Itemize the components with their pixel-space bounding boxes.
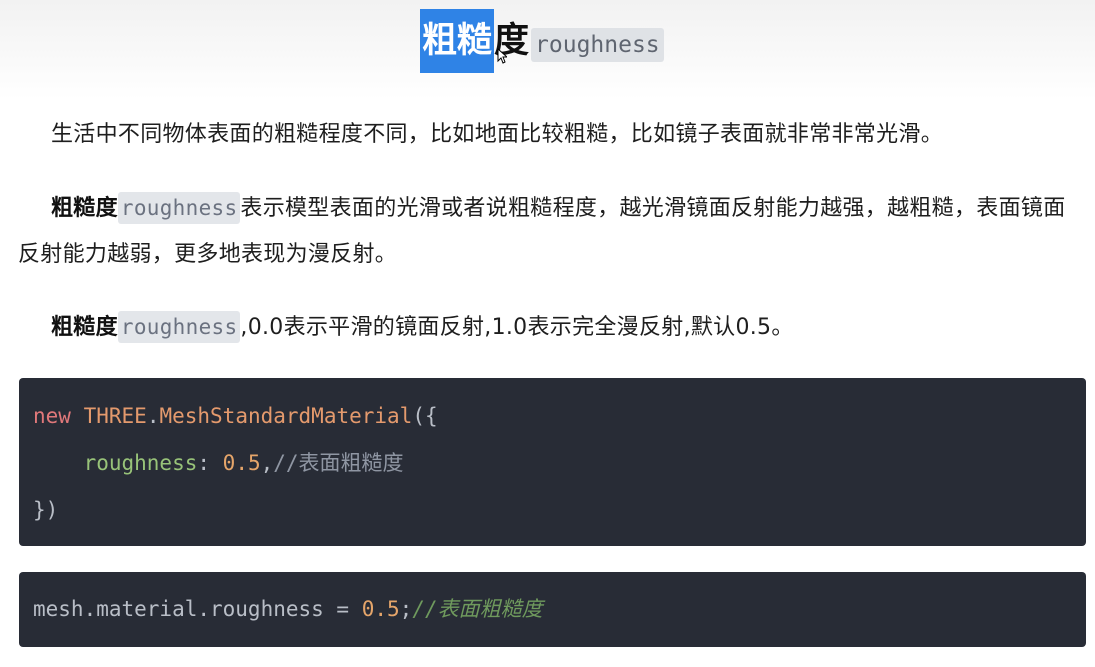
code-comment: //表面粗糙度: [273, 451, 404, 475]
paragraph-3-inline-code: roughness: [117, 311, 241, 343]
code-comma: ,: [260, 451, 274, 475]
paragraph-1-text: 生活中不同物体表面的粗糙程度不同，比如地面比较粗糙，比如镜子表面就非常非常光滑。: [51, 122, 944, 147]
code-line-3: }): [33, 492, 1072, 539]
paragraph-2-bold: 粗糙度: [51, 196, 118, 221]
code-dot: .: [146, 404, 160, 428]
code-value: 0.5: [361, 597, 400, 621]
code-line-2: roughness: 0.5,//表面粗糙度: [33, 445, 1072, 492]
paragraph-3: 粗糙度 roughness ,0.0表示平滑的镜面反射,1.0表示完全漫反射,默认0…: [18, 304, 1080, 351]
paragraph-2-inline-code: roughness: [117, 192, 241, 224]
code-block-mesh-roughness[interactable]: mesh.material.roughness = 0.5;//表面粗糙度: [19, 572, 1086, 647]
heading-selected-text[interactable]: 粗糙: [420, 9, 495, 73]
paragraph-2: 粗糙度 roughness 表示模型表面的光滑或者说粗糙程度，越光滑镜面反射能力越强…: [18, 185, 1080, 278]
heading-inline-code: roughness: [531, 28, 664, 62]
code-semicolon: ;: [399, 597, 413, 621]
code-open-brace: ({: [412, 404, 438, 428]
code-value: 0.5: [222, 451, 261, 475]
code-block-material[interactable]: new THREE.MeshStandardMaterial({ roughne…: [19, 378, 1086, 546]
paragraph-3-text: ,0.0表示平滑的镜面反射,1.0表示完全漫反射,默认0.5。: [240, 315, 794, 340]
mouse-cursor-icon: [497, 48, 507, 64]
code-colon: :: [197, 451, 223, 475]
code-class-three: THREE: [83, 404, 147, 428]
code-function-name: MeshStandardMaterial: [159, 404, 413, 428]
paragraph-1: 生活中不同物体表面的粗糙程度不同，比如地面比较粗糙，比如镜子表面就非常非常光滑。: [18, 112, 1080, 158]
code-line-1: new THREE.MeshStandardMaterial({: [33, 398, 1072, 445]
code-keyword-new: new: [33, 404, 71, 428]
code-comment: //表面粗糙度: [412, 597, 543, 621]
section-heading: 粗糙 度 roughness: [420, 8, 664, 74]
code-property-roughness: roughness: [83, 451, 198, 475]
code-line-mesh: mesh.material.roughness = 0.5;//表面粗糙度: [33, 591, 1072, 638]
code-statement: mesh.material.roughness =: [33, 597, 362, 621]
paragraph-3-bold: 粗糙度: [51, 315, 118, 340]
code-close-brace: }): [33, 498, 59, 522]
